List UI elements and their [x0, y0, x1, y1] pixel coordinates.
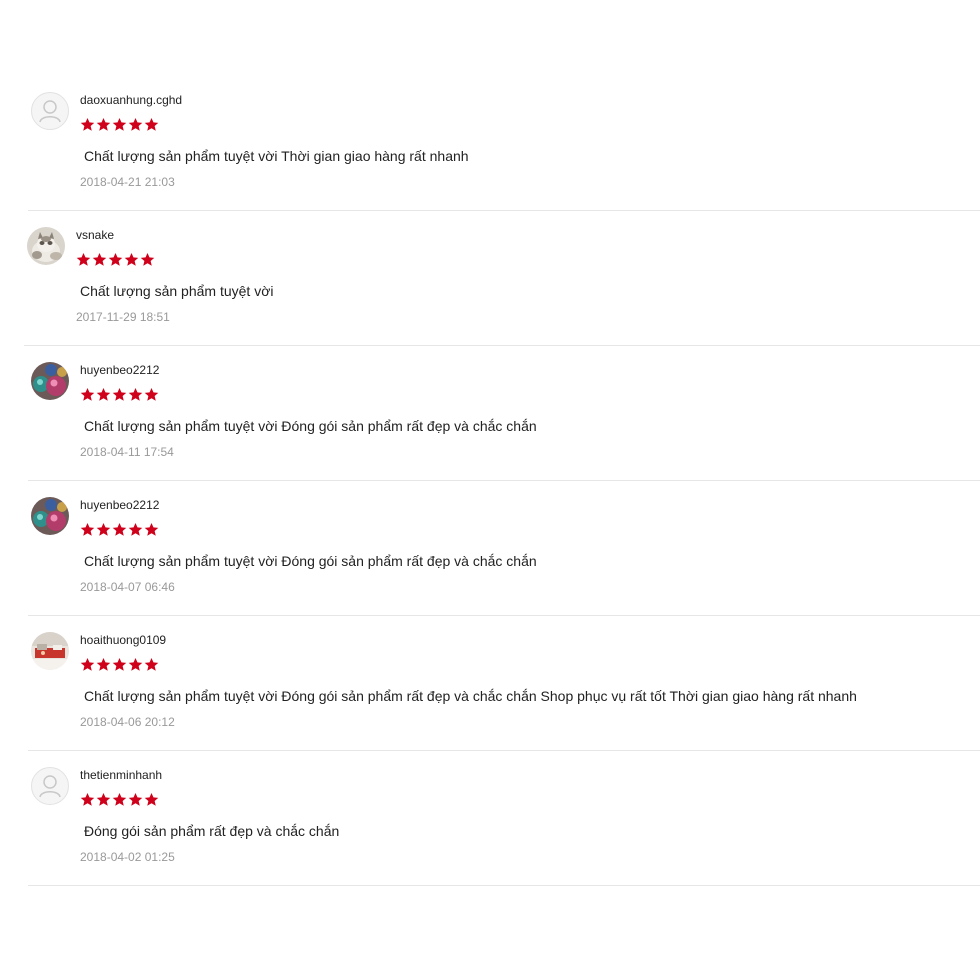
review-item: hoaithuong0109 Chất lượng sản phẩm tuyệt… — [28, 616, 980, 751]
star-rating — [80, 657, 980, 673]
review-username[interactable]: hoaithuong0109 — [80, 633, 980, 647]
default-avatar-icon[interactable] — [31, 92, 69, 130]
review-timestamp: 2018-04-02 01:25 — [80, 850, 175, 864]
star-icon — [108, 252, 123, 266]
review-item: huyenbeo2212 Chất lượng sản phẩm tuyệt v… — [28, 481, 980, 616]
star-icon — [96, 117, 111, 131]
star-icon — [92, 252, 107, 266]
star-icon — [144, 792, 159, 806]
star-icon — [144, 522, 159, 536]
star-icon — [128, 792, 143, 806]
star-icon — [96, 387, 111, 401]
star-icon — [128, 657, 143, 671]
review-comment: Chất lượng sản phẩm tuyệt vời Đóng gói s… — [84, 688, 857, 704]
star-icon — [112, 117, 127, 131]
star-rating — [80, 387, 980, 403]
star-icon — [112, 792, 127, 806]
review-item: daoxuanhung.cghd Chất lượng sản phẩm tuy… — [28, 76, 980, 211]
star-rating — [76, 252, 980, 268]
star-icon — [80, 657, 95, 671]
review-timestamp: 2018-04-07 06:46 — [80, 580, 175, 594]
review-timestamp: 2018-04-11 17:54 — [80, 445, 174, 459]
review-timestamp: 2018-04-21 21:03 — [80, 175, 175, 189]
cat-photo-avatar[interactable] — [27, 227, 65, 265]
star-icon — [128, 522, 143, 536]
star-rating — [80, 522, 980, 538]
review-list: daoxuanhung.cghd Chất lượng sản phẩm tuy… — [0, 76, 980, 886]
review-username[interactable]: huyenbeo2212 — [80, 363, 980, 377]
review-item: thetienminhanh Đóng gói sản phẩm rất đẹp… — [28, 751, 980, 886]
star-icon — [112, 657, 127, 671]
star-icon — [96, 522, 111, 536]
star-icon — [128, 387, 143, 401]
star-icon — [76, 252, 91, 266]
review-comment: Chất lượng sản phẩm tuyệt vời Đóng gói s… — [84, 553, 537, 569]
star-icon — [144, 117, 159, 131]
ornaments-photo-avatar[interactable] — [31, 362, 69, 400]
review-comment: Chất lượng sản phẩm tuyệt vời Thời gian … — [84, 148, 469, 164]
review-comment: Đóng gói sản phẩm rất đẹp và chắc chắn — [84, 823, 340, 839]
star-icon — [96, 657, 111, 671]
star-icon — [96, 792, 111, 806]
room-photo-avatar[interactable] — [31, 632, 69, 670]
review-item: vsnake Chất lượng sản phẩm tuyệt vời 201… — [24, 211, 980, 346]
star-icon — [144, 387, 159, 401]
star-icon — [144, 657, 159, 671]
review-username[interactable]: daoxuanhung.cghd — [80, 93, 980, 107]
review-comment: Chất lượng sản phẩm tuyệt vời — [80, 283, 274, 299]
review-timestamp: 2017-11-29 18:51 — [76, 310, 170, 324]
review-username[interactable]: huyenbeo2212 — [80, 498, 980, 512]
star-icon — [80, 792, 95, 806]
review-comment: Chất lượng sản phẩm tuyệt vời Đóng gói s… — [84, 418, 537, 434]
star-icon — [140, 252, 155, 266]
review-timestamp: 2018-04-06 20:12 — [80, 715, 175, 729]
ornaments-photo-avatar[interactable] — [31, 497, 69, 535]
star-icon — [124, 252, 139, 266]
star-icon — [112, 522, 127, 536]
star-rating — [80, 792, 980, 808]
star-icon — [80, 117, 95, 131]
star-icon — [112, 387, 127, 401]
star-icon — [80, 522, 95, 536]
star-icon — [128, 117, 143, 131]
star-icon — [80, 387, 95, 401]
review-username[interactable]: vsnake — [76, 228, 980, 242]
default-avatar-icon[interactable] — [31, 767, 69, 805]
review-username[interactable]: thetienminhanh — [80, 768, 980, 782]
star-rating — [80, 117, 980, 133]
review-item: huyenbeo2212 Chất lượng sản phẩm tuyệt v… — [28, 346, 980, 481]
